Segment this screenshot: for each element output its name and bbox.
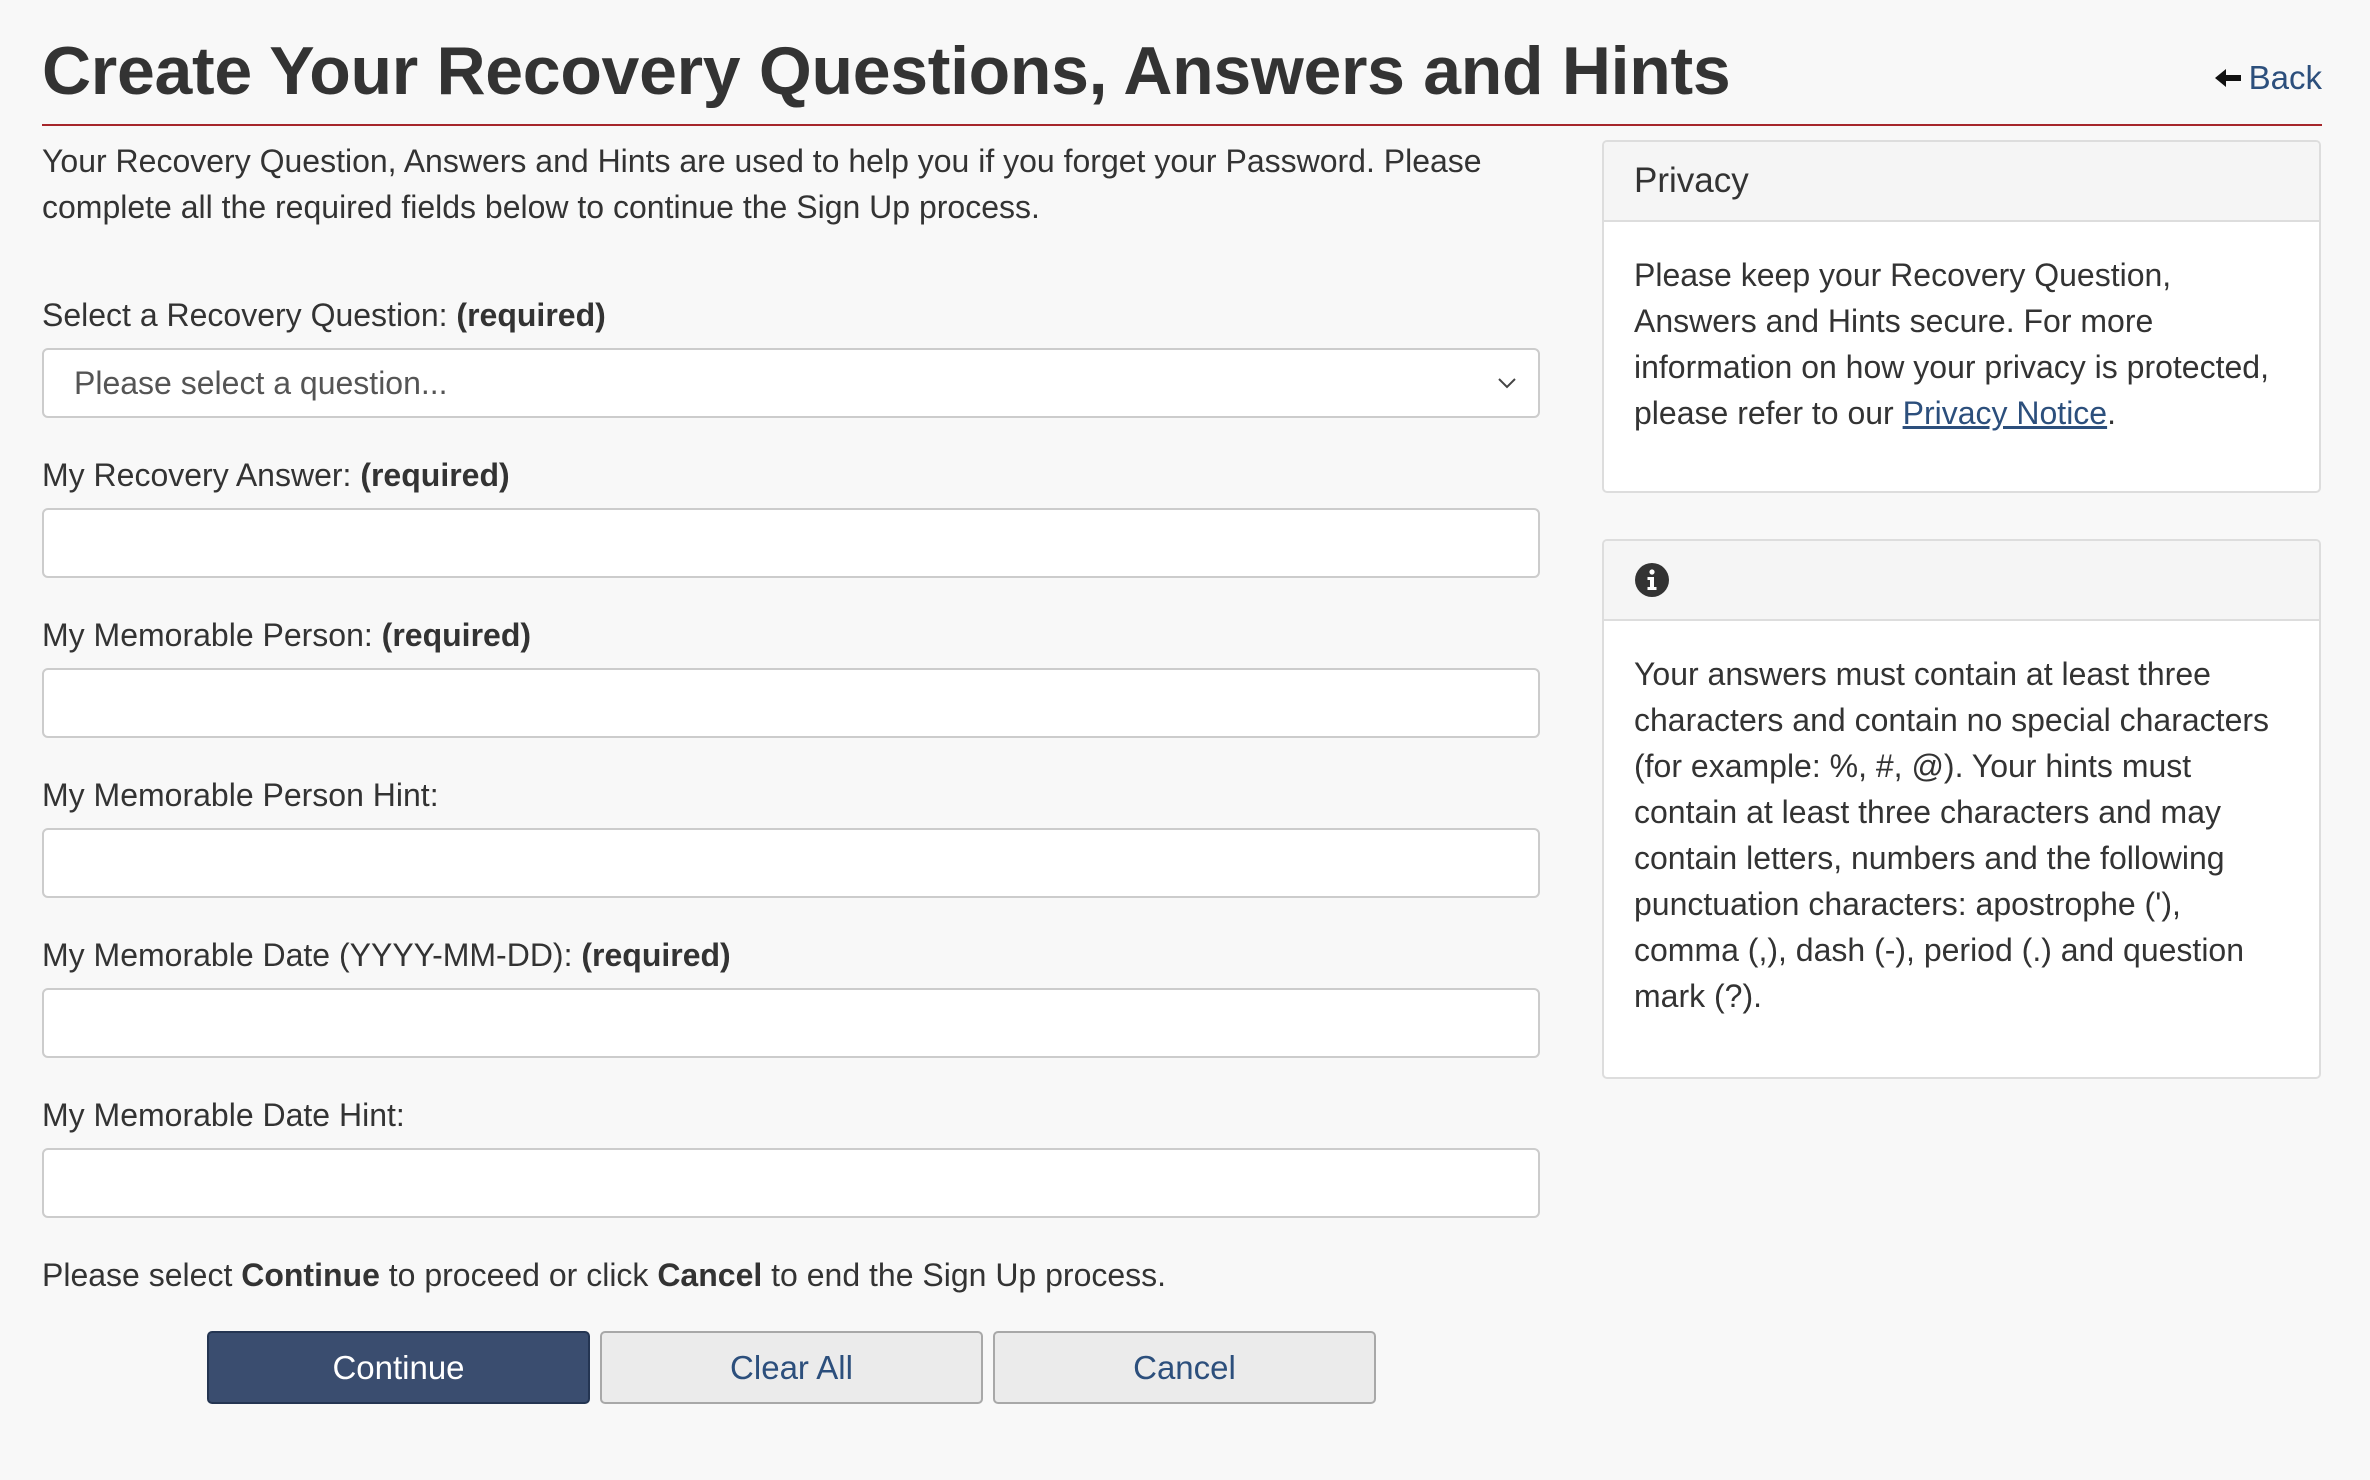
date-label: My Memorable Date (YYYY-MM-DD): (require…	[42, 932, 731, 978]
question-label: Select a Recovery Question: (required)	[42, 292, 606, 338]
required-tag: (required)	[456, 297, 606, 333]
required-tag: (required)	[381, 617, 532, 653]
continue-button[interactable]: Continue	[207, 1331, 590, 1404]
page-title: Create Your Recovery Questions, Answers …	[42, 33, 1731, 109]
proceed-continue-word: Continue	[241, 1257, 380, 1293]
date-hint-label: My Memorable Date Hint:	[42, 1092, 405, 1138]
question-label-text: Select a Recovery Question:	[42, 297, 448, 333]
required-tag: (required)	[581, 937, 731, 973]
chevron-down-icon	[1498, 378, 1516, 389]
info-panel: Your answers must contain at least three…	[1602, 539, 2321, 1079]
info-circle-icon	[1635, 563, 1669, 597]
person-label-text: My Memorable Person:	[42, 617, 373, 653]
answer-label-text: My Recovery Answer:	[42, 457, 352, 493]
clear-all-button[interactable]: Clear All	[600, 1331, 983, 1404]
person-hint-label: My Memorable Person Hint:	[42, 772, 439, 818]
info-panel-body: Your answers must contain at least three…	[1634, 656, 2270, 1014]
recovery-question-selected: Please select a question...	[74, 364, 448, 401]
intro-text: Your Recovery Question, Answers and Hint…	[42, 143, 1482, 225]
memorable-date-input[interactable]	[42, 988, 1540, 1058]
privacy-panel: Privacy Please keep your Recovery Questi…	[1602, 140, 2321, 493]
back-link-label: Back	[2248, 59, 2322, 96]
date-hint-label-text: My Memorable Date Hint:	[42, 1097, 405, 1133]
date-label-text: My Memorable Date (YYYY-MM-DD):	[42, 937, 573, 973]
proceed-cancel-word: Cancel	[657, 1257, 763, 1293]
recovery-question-select[interactable]: Please select a question...	[42, 348, 1540, 418]
proceed-text-1: Please select	[42, 1257, 242, 1293]
answer-label: My Recovery Answer: (required)	[42, 452, 510, 498]
memorable-person-input[interactable]	[42, 668, 1540, 738]
privacy-panel-body: Please keep your Recovery Question, Answ…	[1604, 222, 2319, 436]
title-divider	[42, 124, 2322, 126]
cancel-button[interactable]: Cancel	[993, 1331, 1376, 1404]
memorable-date-hint-input[interactable]	[42, 1148, 1540, 1218]
privacy-text-end: .	[2107, 395, 2116, 431]
arrow-left-icon	[2214, 69, 2241, 87]
required-tag: (required)	[360, 457, 510, 493]
recovery-answer-input[interactable]	[42, 508, 1540, 578]
proceed-instructions: Please select Continue to proceed or cli…	[42, 1252, 1166, 1298]
person-label: My Memorable Person: (required)	[42, 612, 531, 658]
privacy-notice-link[interactable]: Privacy Notice	[1903, 395, 2108, 431]
info-panel-heading	[1604, 541, 2319, 621]
person-hint-label-text: My Memorable Person Hint:	[42, 777, 439, 813]
proceed-text-3: to end the Sign Up process.	[762, 1257, 1167, 1293]
proceed-text-2: to proceed or click	[379, 1257, 658, 1293]
memorable-person-hint-input[interactable]	[42, 828, 1540, 898]
privacy-panel-heading: Privacy	[1604, 142, 2319, 222]
back-link[interactable]: Back	[2214, 56, 2322, 100]
